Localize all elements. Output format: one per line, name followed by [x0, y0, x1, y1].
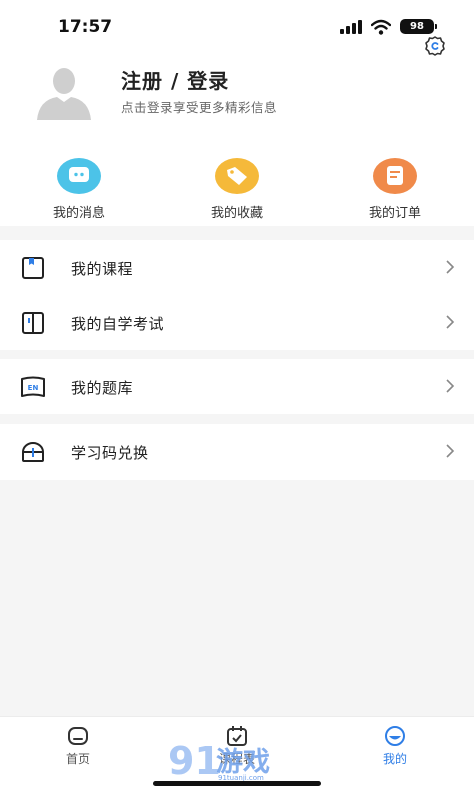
tab-label: 首页 [65, 752, 90, 766]
tab-me[interactable]: 我的 [355, 725, 435, 767]
shortcut-messages[interactable]: 我的消息 [24, 158, 134, 221]
menu-item-label: 我的自学考试 [71, 315, 165, 333]
svg-text:91: 91 [168, 739, 221, 782]
settings-gear-icon[interactable] [424, 35, 446, 57]
tab-label: 我的 [382, 752, 407, 766]
menu-item-label: 学习码兑换 [71, 444, 149, 462]
watermark-logo: 91 游戏 91tuanji.com [168, 739, 270, 782]
shortcut-label: 我的消息 [52, 206, 105, 221]
redeem-code-icon [22, 442, 44, 462]
chevron-right-icon [446, 379, 455, 393]
menu-group-2: EN 我的题库 [0, 359, 474, 414]
menu-item-redeem-code[interactable]: 学习码兑换 [0, 424, 474, 479]
wifi-icon [371, 19, 391, 35]
battery-icon: 98 [400, 19, 437, 34]
login-title[interactable]: 注册 / 登录 [121, 65, 229, 94]
chevron-right-icon [446, 260, 455, 274]
course-book-icon [22, 257, 44, 279]
menu-item-label: 我的题库 [71, 379, 134, 397]
shortcut-bar: 我的消息 我的收藏 我的订单 [0, 158, 474, 221]
question-bank-icon: EN [21, 376, 45, 397]
order-icon [373, 158, 417, 194]
exam-book-icon [22, 312, 44, 334]
menu-item-my-courses[interactable]: 我的课程 [0, 240, 474, 295]
cellular-signal-icon [340, 20, 364, 34]
svg-text:EN: EN [28, 384, 39, 392]
chevron-right-icon [446, 444, 455, 458]
favorite-tag-icon [215, 158, 259, 194]
status-bar: 17:57 98 [0, 0, 474, 56]
login-subtitle: 点击登录享受更多精彩信息 [121, 100, 278, 115]
shortcut-favorites[interactable]: 我的收藏 [182, 158, 292, 221]
shortcut-orders[interactable]: 我的订单 [340, 158, 450, 221]
menu-group-3: 学习码兑换 [0, 424, 474, 480]
header-area: 17:57 98 注册 / 登录 点击登录享受更多精彩信息 我的消息 我的收藏 … [0, 0, 474, 226]
message-icon [57, 158, 101, 194]
home-icon [68, 727, 88, 745]
default-avatar-icon[interactable] [35, 62, 93, 120]
tab-home[interactable]: 首页 [38, 725, 118, 767]
shortcut-label: 我的订单 [368, 206, 421, 221]
shortcut-label: 我的收藏 [210, 206, 263, 221]
home-indicator [153, 781, 321, 786]
me-icon [385, 726, 405, 746]
menu-group-1: 我的课程 我的自学考试 [0, 240, 474, 350]
status-time: 17:57 [58, 17, 113, 37]
menu-item-question-bank[interactable]: EN 我的题库 [0, 359, 474, 414]
chevron-right-icon [446, 315, 455, 329]
menu-item-label: 我的课程 [71, 260, 134, 278]
profile-login[interactable]: 注册 / 登录 点击登录享受更多精彩信息 [0, 56, 474, 126]
menu-item-my-exams[interactable]: 我的自学考试 [0, 295, 474, 350]
